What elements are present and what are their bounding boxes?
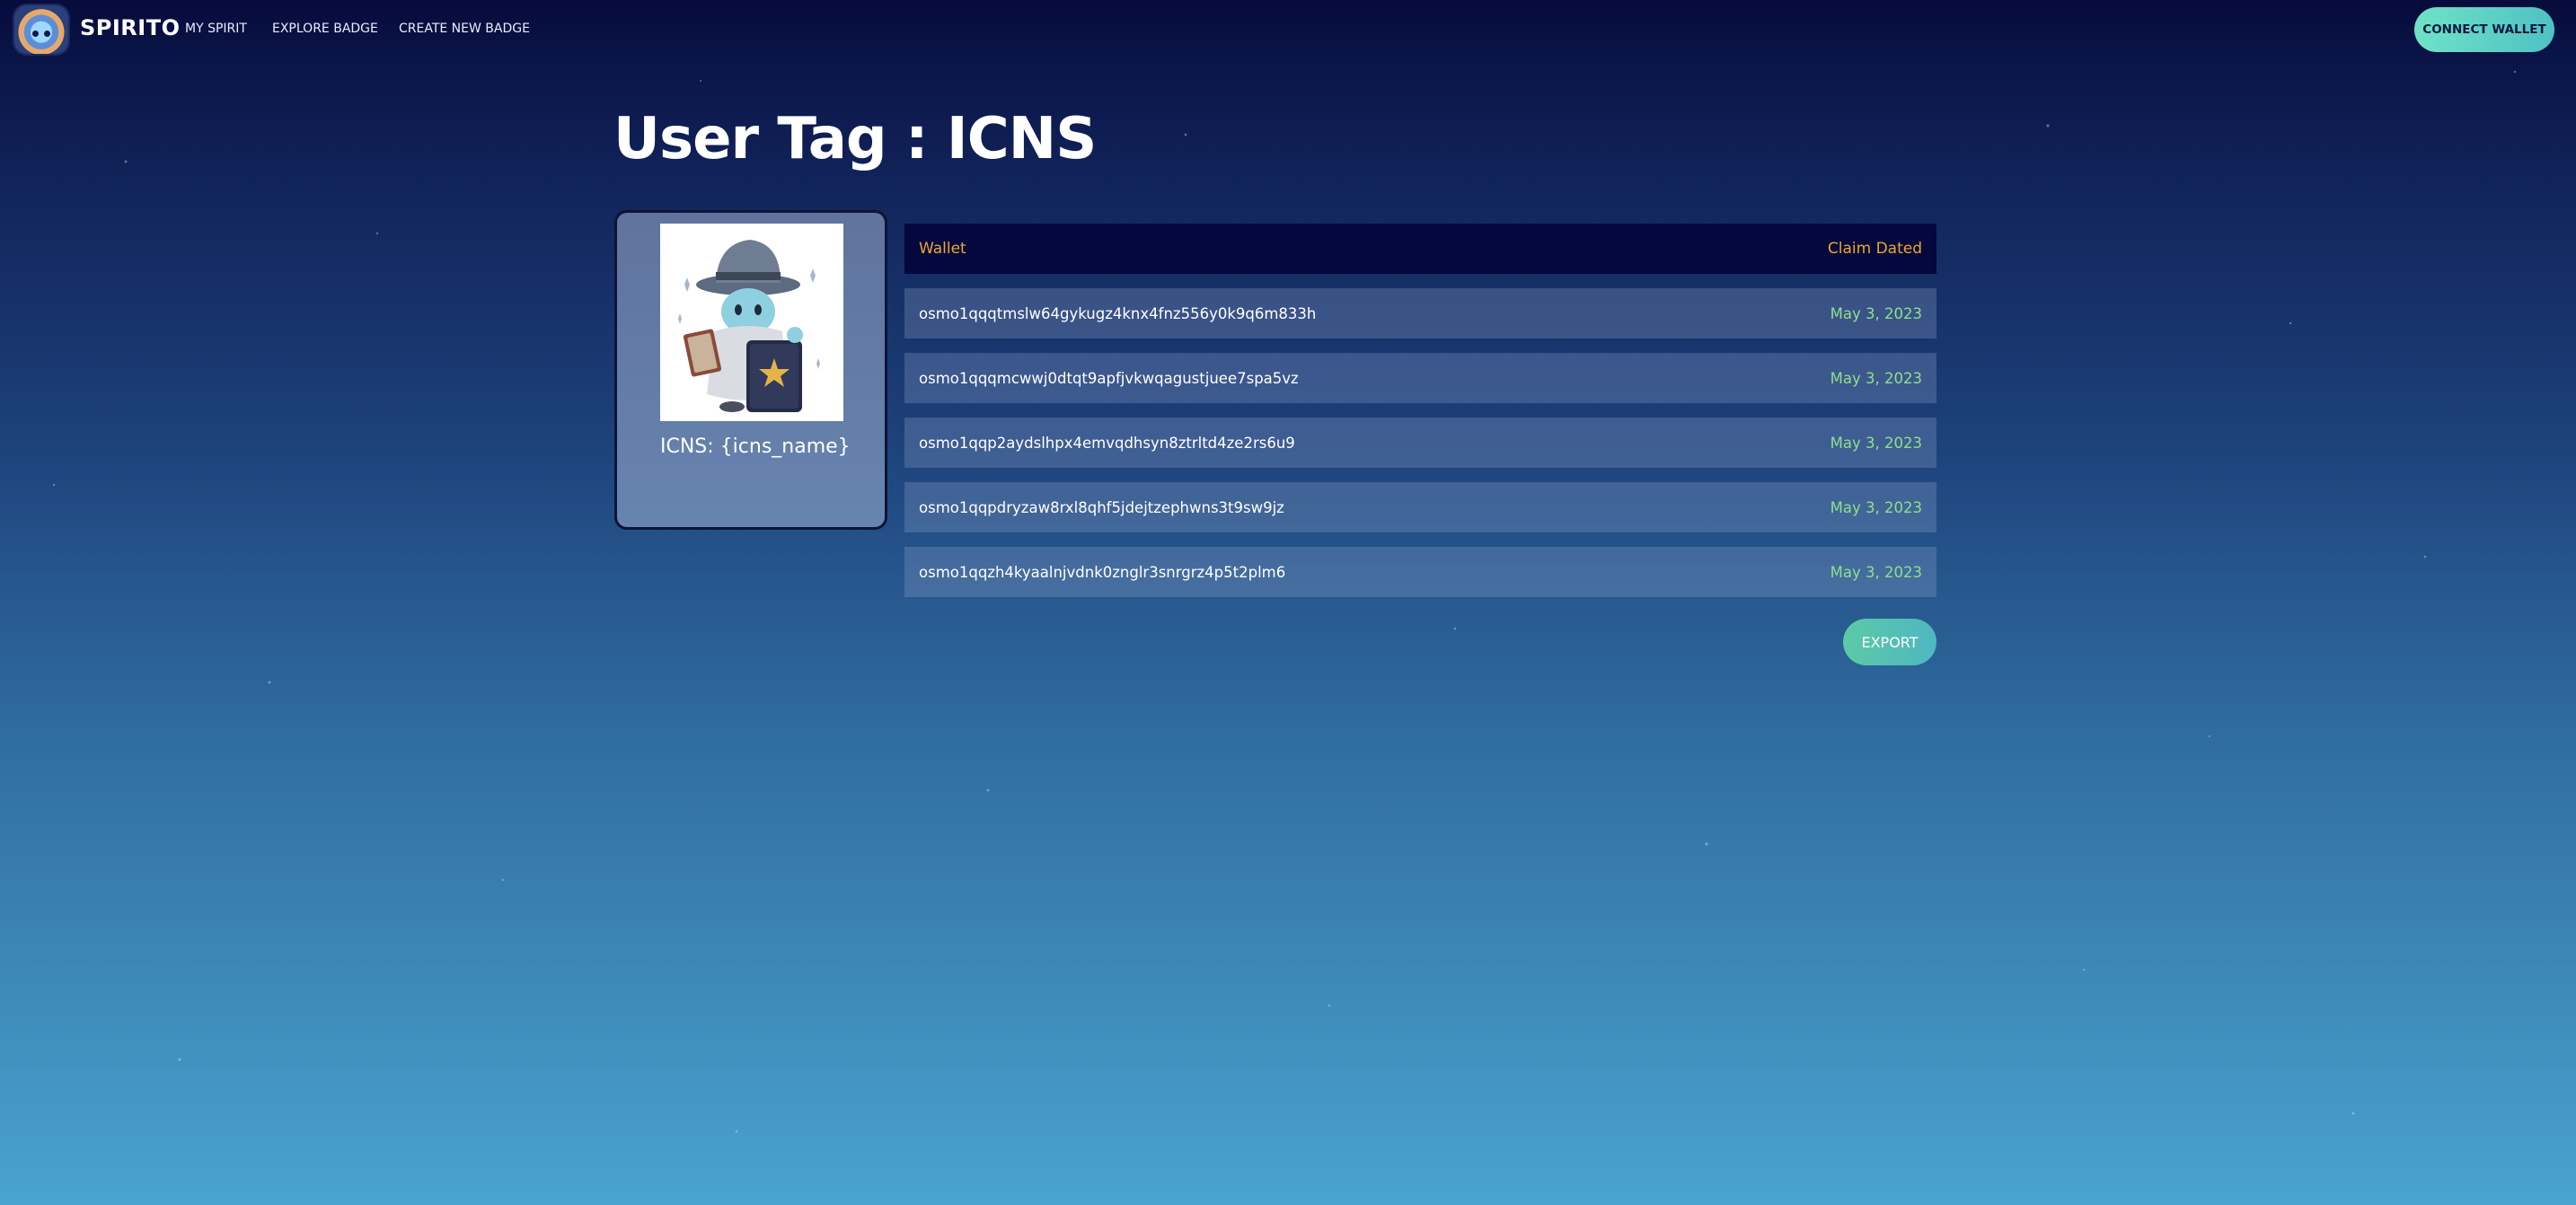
table-row: osmo1qqpdryzaw8rxl8qhf5jdejtzephwns3t9sw… [904,482,1936,532]
column-header-wallet: Wallet [919,240,966,258]
wallet-address: osmo1qqqtmslw64gykugz4knx4fnz556y0k9q6m8… [919,304,1317,322]
badge-name: ICNS: {icns_name} [660,435,851,458]
wallet-address: osmo1qqpdryzaw8rxl8qhf5jdejtzephwns3t9sw… [919,498,1284,516]
spirito-logo-icon[interactable] [14,5,68,54]
wizard-character-icon [678,240,820,412]
wallet-address: osmo1qqp2aydslhpx4emvqdhsyn8ztrltd4ze2rs… [919,434,1295,452]
wallet-address: osmo1qqzh4kyaalnjvdnk0znglr3snrgrz4p5t2p… [919,563,1286,581]
claim-date: May 3, 2023 [1830,369,1922,387]
logo-eye-right [44,31,50,37]
starfield-background [52,70,2517,1133]
nav-explore-badge[interactable]: EXPLORE BADGE [272,22,378,36]
claims-table: Wallet Claim Dated osmo1qqqtmslw64gykugz… [904,224,1936,597]
nav-create-new-badge[interactable]: CREATE NEW BADGE [399,22,530,36]
table-row: osmo1qqp2aydslhpx4emvqdhsyn8ztrltd4ze2rs… [904,418,1936,468]
wallet-address: osmo1qqqmcwwj0dtqt9apfjvkwqagustjuee7spa… [919,369,1299,387]
column-header-claim-dated: Claim Dated [1827,240,1922,258]
export-button[interactable]: EXPORT [1843,619,1936,665]
badge-card: ICNS: {icns_name} [614,210,887,530]
claim-date: May 3, 2023 [1830,498,1922,516]
table-row: osmo1qqqmcwwj0dtqt9apfjvkwqagustjuee7spa… [904,353,1936,403]
badge-image [660,224,843,421]
claim-date: May 3, 2023 [1830,434,1922,452]
claim-date: May 3, 2023 [1830,563,1922,581]
claim-date: May 3, 2023 [1830,304,1922,322]
page-title: User Tag : ICNS [613,106,1097,172]
table-row: osmo1qqqtmslw64gykugz4knx4fnz556y0k9q6m8… [904,288,1936,339]
logo-eye-left [32,31,39,37]
nav-my-spirit[interactable]: MY SPIRIT [185,22,247,36]
connect-wallet-button[interactable]: CONNECT WALLET [2414,7,2554,52]
top-navigation-bar: SPIRITO MY SPIRIT EXPLORE BADGE CREATE N… [0,0,2576,59]
table-header: Wallet Claim Dated [904,224,1936,274]
brand-name[interactable]: SPIRITO [80,15,181,40]
table-row: osmo1qqzh4kyaalnjvdnk0znglr3snrgrz4p5t2p… [904,547,1936,597]
